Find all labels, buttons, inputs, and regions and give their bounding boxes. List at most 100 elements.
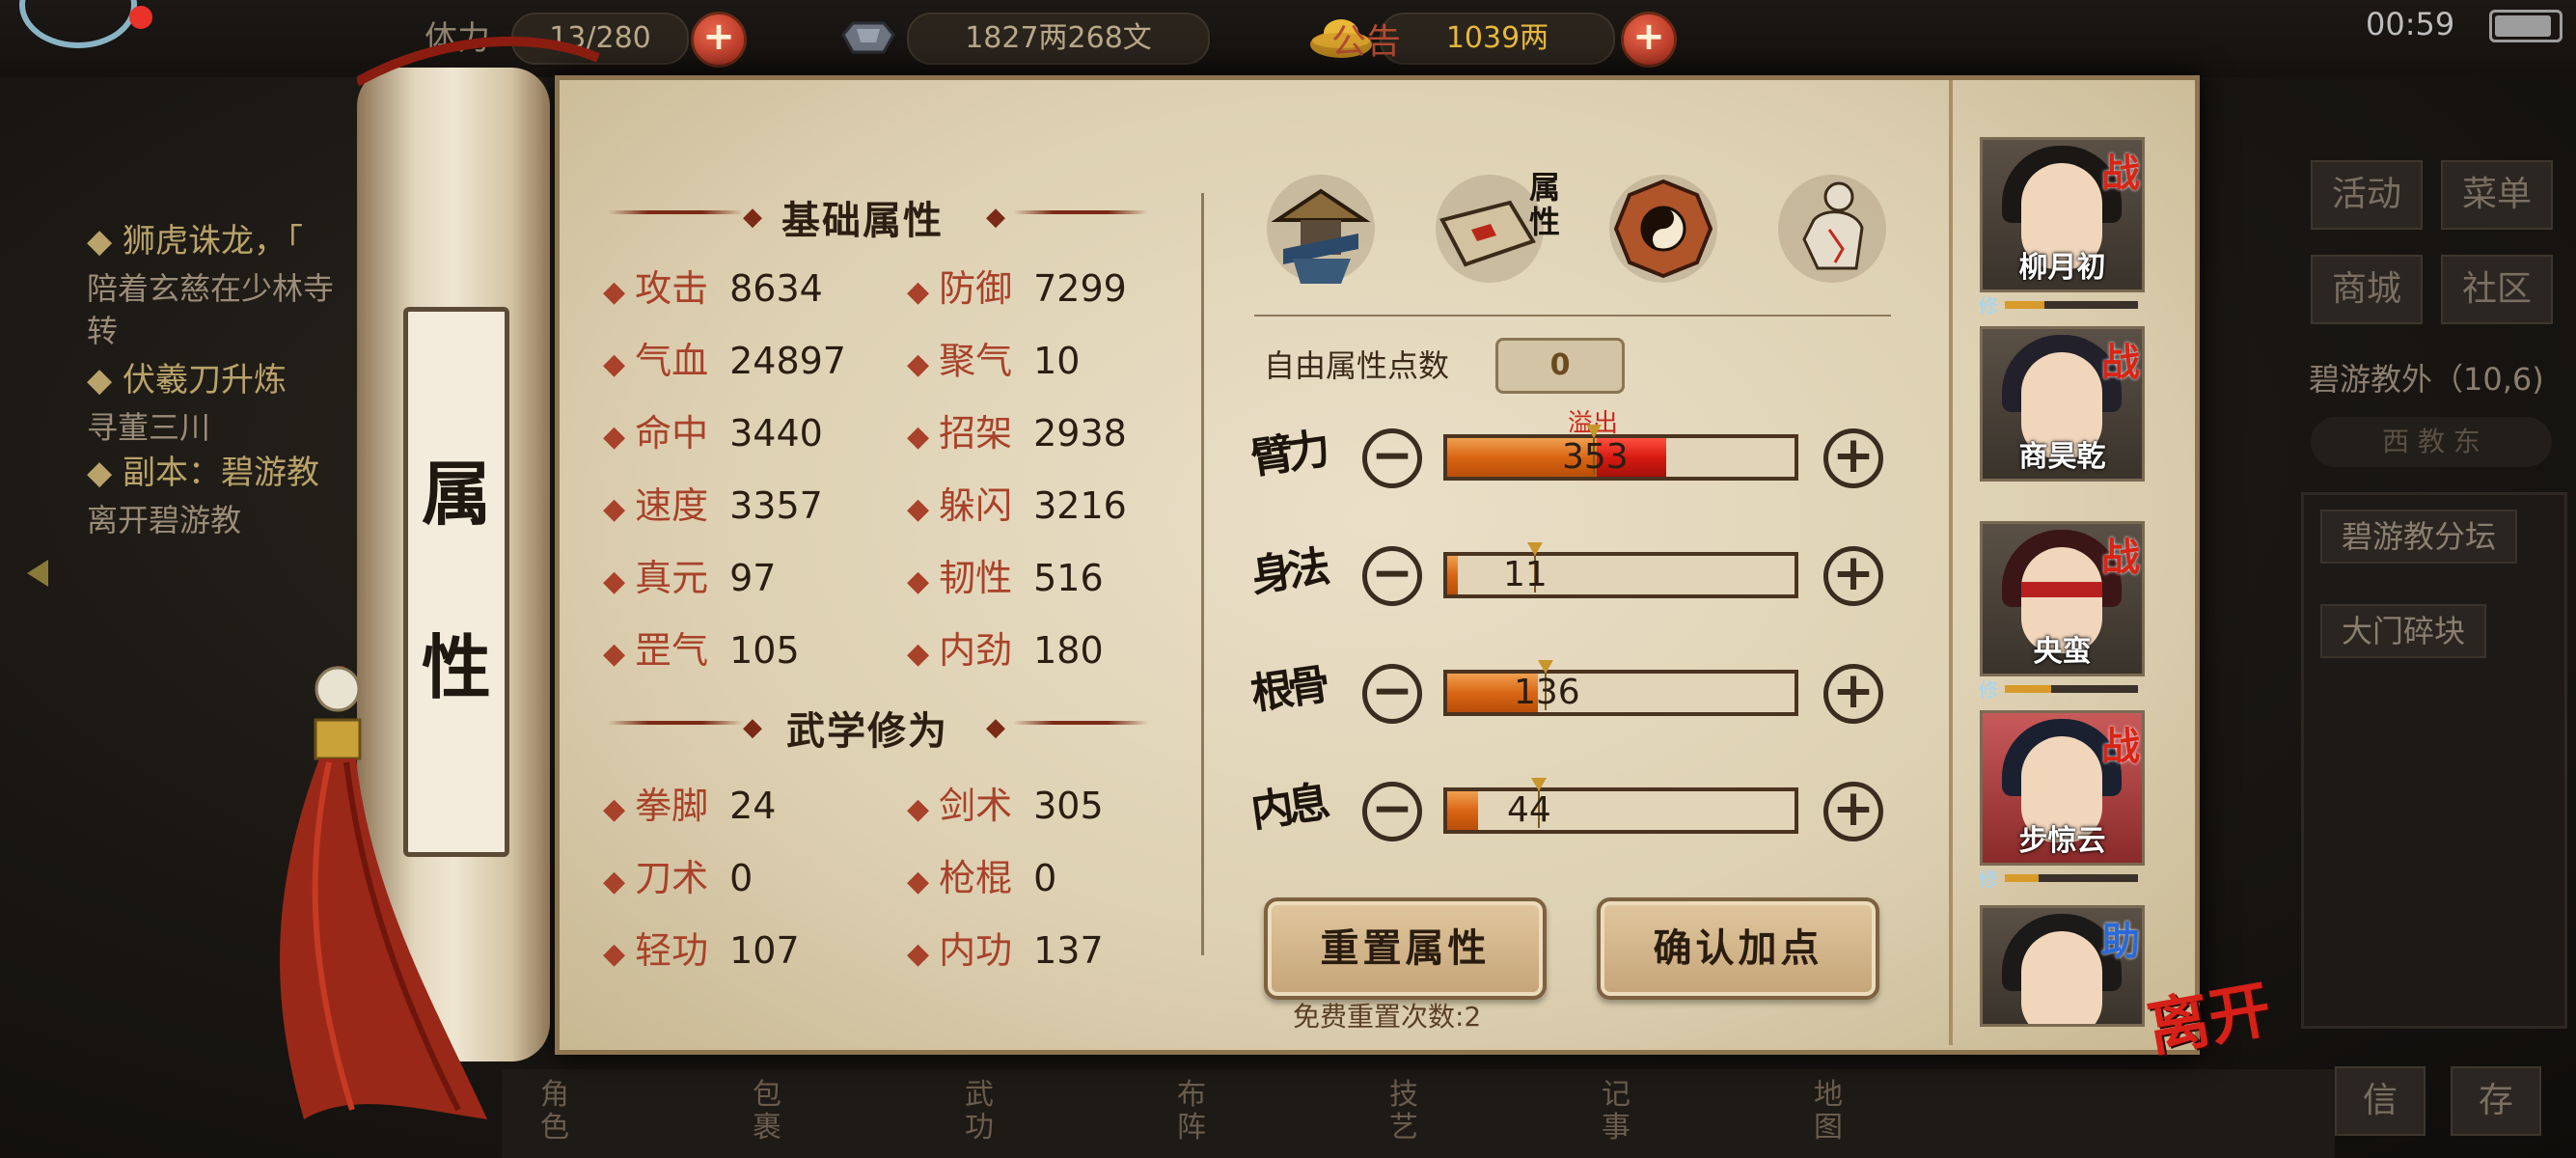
diamond-icon: ◆ xyxy=(603,637,626,671)
increase-button[interactable]: + xyxy=(1823,664,1883,724)
quest-title: ◆ 副本：碧游教 xyxy=(87,454,319,492)
attribute-marker-icon xyxy=(1586,425,1602,438)
stat-label: 聚气 xyxy=(939,340,1013,382)
party-role-badge: 战 xyxy=(2101,536,2140,580)
party-portrait[interactable]: 战柳月初 xyxy=(1980,137,2145,292)
column-divider xyxy=(1201,193,1204,955)
nav-character[interactable]: 角色 xyxy=(540,1079,579,1144)
party-portrait[interactable]: 战商昊乾 xyxy=(1980,326,2145,482)
increase-button[interactable]: + xyxy=(1823,428,1883,488)
stat-label: 内劲 xyxy=(939,629,1013,672)
stat-row: ◆ 拳脚 24 xyxy=(603,776,776,829)
silver-value: 1827两268文 xyxy=(907,13,1210,65)
decrease-button[interactable]: − xyxy=(1362,664,1422,724)
decrease-button[interactable]: − xyxy=(1362,782,1422,841)
ornament-diamond-icon: ◆ xyxy=(986,203,1005,232)
party-member-name: 商昊乾 xyxy=(2018,440,2106,474)
cultivation-progress xyxy=(2005,685,2138,693)
attribute-marker-icon xyxy=(1538,660,1553,674)
location-label: 碧游教外（10,6) xyxy=(2309,361,2544,398)
diamond-icon: ◆ xyxy=(907,565,930,598)
collapse-arrow-icon[interactable] xyxy=(27,560,48,587)
panel-divider xyxy=(1949,80,1953,1045)
menu-button[interactable]: 菜单 xyxy=(2441,160,2553,230)
nav-formation[interactable]: 布阵 xyxy=(1177,1079,1216,1144)
nav-martial[interactable]: 武功 xyxy=(965,1079,1003,1144)
decrease-button[interactable]: − xyxy=(1362,428,1422,488)
avatar-ring[interactable] xyxy=(19,0,137,48)
bagua-tab-icon[interactable] xyxy=(1606,172,1720,286)
diamond-icon: ◆ xyxy=(907,637,930,671)
diamond-icon: ◆ xyxy=(907,347,930,381)
reset-attributes-button[interactable]: 重置属性 xyxy=(1264,897,1547,1000)
diamond-icon: ◆ xyxy=(603,275,626,309)
stat-label: 真元 xyxy=(635,557,709,599)
stat-row: ◆ 剑术 305 xyxy=(907,776,1104,829)
decrease-button[interactable]: − xyxy=(1362,546,1422,606)
shop-button[interactable]: 商城 xyxy=(2311,255,2423,324)
meridian-tab-icon[interactable] xyxy=(1775,172,1889,286)
add-stamina-button[interactable]: + xyxy=(691,12,747,68)
attributes-tab-icon[interactable]: 属性 xyxy=(1433,170,1560,286)
party-portrait[interactable]: 战央蛮 xyxy=(1980,521,2145,676)
diamond-icon: ◆ xyxy=(907,792,930,826)
nav-skills[interactable]: 技艺 xyxy=(1389,1079,1428,1144)
mail-button[interactable]: 信 xyxy=(2335,1066,2425,1136)
stat-label: 拳脚 xyxy=(635,785,709,827)
bottom-nav: 角色 包裹 武功 布阵 技艺 记事 地图 xyxy=(502,1069,2335,1158)
diamond-icon: ◆ xyxy=(907,937,930,971)
portrait-face xyxy=(2021,931,2102,1024)
ornament-diamond-icon: ◆ xyxy=(743,713,762,742)
stat-value: 97 xyxy=(729,557,777,599)
party-portrait[interactable]: 战步惊云 xyxy=(1980,710,2145,866)
confirm-points-button[interactable]: 确认加点 xyxy=(1597,897,1879,1000)
stat-value: 7299 xyxy=(1033,267,1127,310)
quest-desc: 转 xyxy=(87,313,119,349)
activity-button[interactable]: 活动 xyxy=(2311,160,2423,230)
minimap-nav[interactable]: 西 教 东 xyxy=(2311,417,2552,467)
nav-journal[interactable]: 记事 xyxy=(1602,1079,1640,1144)
attribute-bar: 11 xyxy=(1443,542,1798,598)
stat-label: 速度 xyxy=(635,484,709,527)
cultivation-progress-fill xyxy=(2005,301,2044,309)
notice-button[interactable]: 公告 xyxy=(1331,14,1401,64)
stat-value: 180 xyxy=(1033,629,1104,672)
nav-bag[interactable]: 包裹 xyxy=(753,1079,791,1144)
stat-value: 137 xyxy=(1033,929,1104,972)
party-role-badge: 战 xyxy=(2101,341,2140,385)
attribute-value: 353 xyxy=(1562,437,1629,477)
stat-value: 8634 xyxy=(729,267,823,310)
increase-button[interactable]: + xyxy=(1823,782,1883,841)
tassel-icon xyxy=(265,27,497,1129)
diamond-icon: ◆ xyxy=(603,565,626,598)
quest-tracker[interactable]: ◆ 狮虎诛龙，「 陪着玄慈在少林寺 转 ◆ 伏羲刀升炼 寻董三川 ◆ 副本：碧游… xyxy=(87,214,376,542)
diamond-icon: ◆ xyxy=(907,275,930,309)
character-tab-icon[interactable] xyxy=(1264,172,1378,286)
diamond-icon: ◆ xyxy=(603,420,626,454)
diamond-icon: ◆ xyxy=(603,347,626,381)
stat-row: ◆ 聚气 10 xyxy=(907,331,1080,384)
stat-row: ◆ 韧性 516 xyxy=(907,548,1104,601)
target-item[interactable]: 碧游教分坛 xyxy=(2320,510,2518,564)
add-gold-button[interactable]: + xyxy=(1621,12,1677,68)
save-button[interactable]: 存 xyxy=(2451,1066,2541,1136)
diamond-icon: ◆ xyxy=(907,865,930,898)
attribute-value: 44 xyxy=(1507,790,1551,830)
nav-map[interactable]: 地图 xyxy=(1814,1079,1852,1144)
stat-value: 3440 xyxy=(729,412,823,455)
target-item[interactable]: 大门碎块 xyxy=(2320,604,2487,658)
increase-button[interactable]: + xyxy=(1823,546,1883,606)
target-list xyxy=(2301,492,2567,1029)
stat-label: 躲闪 xyxy=(939,484,1013,527)
stat-label: 韧性 xyxy=(939,557,1013,599)
community-button[interactable]: 社区 xyxy=(2441,255,2553,324)
clock: 00:59 xyxy=(2366,6,2455,42)
stat-row: ◆ 内功 137 xyxy=(907,921,1104,974)
party-portrait[interactable]: 助 xyxy=(1980,905,2145,1027)
stat-value: 516 xyxy=(1033,557,1104,599)
attribute-fill xyxy=(1447,556,1458,594)
diamond-icon: ◆ xyxy=(907,492,930,526)
notification-dot xyxy=(129,6,152,29)
stat-label: 招架 xyxy=(939,412,1013,455)
attribute-value: 136 xyxy=(1514,673,1580,712)
